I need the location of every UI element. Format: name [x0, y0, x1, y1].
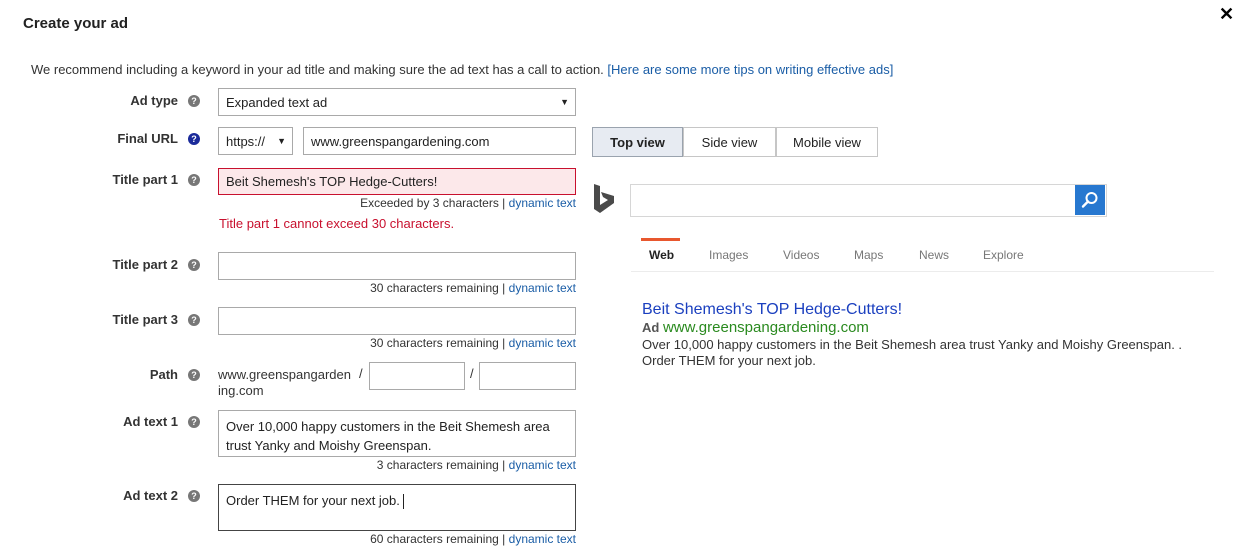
tabs-divider — [631, 271, 1214, 272]
help-icon[interactable]: ? — [188, 490, 200, 502]
title2-label: Title part 2 — [112, 257, 178, 272]
ad-text1-label: Ad text 1 — [123, 414, 178, 429]
help-icon[interactable]: ? — [188, 133, 200, 145]
title3-count: 30 characters remaining — [370, 336, 499, 350]
title3-input[interactable] — [218, 307, 576, 335]
path-slash: / — [470, 366, 474, 381]
title1-input[interactable]: Beit Shemesh's TOP Hedge-Cutters! — [218, 168, 576, 195]
protocol-select[interactable]: https:// ▼ — [218, 127, 293, 155]
dynamic-text-link[interactable]: dynamic text — [509, 458, 576, 472]
tab-explore[interactable]: Explore — [983, 248, 1024, 262]
ad-text1-input[interactable]: Over 10,000 happy customers in the Beit … — [218, 410, 576, 457]
preview-ad-url: www.greenspangardening.com — [662, 319, 869, 336]
separator: | — [502, 532, 506, 546]
preview-ad-title[interactable]: Beit Shemesh's TOP Hedge-Cutters! — [642, 301, 902, 319]
tips-link[interactable]: [Here are some more tips on writing effe… — [607, 62, 893, 77]
title3-hint: 30 characters remaining | dynamic text — [218, 336, 576, 350]
help-icon[interactable]: ? — [188, 95, 200, 107]
ad-text2-label: Ad text 2 — [123, 488, 178, 503]
preview-desc-line1: Over 10,000 happy customers in the Beit … — [642, 337, 1183, 352]
search-icon — [1081, 192, 1098, 208]
side-view-button[interactable]: Side view — [683, 127, 776, 157]
path1-input[interactable] — [369, 362, 465, 390]
path-domain-line1: www.greenspangarden — [218, 367, 351, 382]
preview-ad-description: Over 10,000 happy customers in the Beit … — [642, 337, 1202, 369]
help-icon[interactable]: ? — [188, 174, 200, 186]
ad-text1-hint: 3 characters remaining | dynamic text — [218, 458, 576, 472]
final-url-value: www.greenspangardening.com — [311, 133, 490, 149]
separator: | — [502, 458, 506, 472]
tab-web[interactable]: Web — [649, 248, 674, 262]
help-icon[interactable]: ? — [188, 314, 200, 326]
path-domain-line2: ing.com — [218, 383, 264, 398]
title1-hint: Exceeded by 3 characters | dynamic text — [218, 196, 576, 210]
ad-text2-count: 60 characters remaining — [370, 532, 499, 546]
path-domain: www.greenspangarden ing.com — [218, 367, 351, 399]
mobile-view-button[interactable]: Mobile view — [776, 127, 878, 157]
final-url-label: Final URL — [117, 131, 178, 146]
preview-desc-line2: Order THEM for your next job. — [642, 353, 816, 368]
text-cursor — [402, 494, 404, 510]
ad-type-select[interactable]: Expanded text ad ▼ — [218, 88, 576, 116]
ad-type-value: Expanded text ad — [226, 94, 328, 110]
title1-error: Title part 1 cannot exceed 30 characters… — [219, 216, 455, 231]
title2-input[interactable] — [218, 252, 576, 280]
dropdown-arrow-icon: ▼ — [560, 97, 569, 107]
bing-search-input[interactable] — [630, 184, 1107, 217]
help-icon[interactable]: ? — [188, 259, 200, 271]
recommendation: We recommend including a keyword in your… — [31, 62, 893, 77]
tab-news[interactable]: News — [919, 248, 949, 262]
title1-count: Exceeded by 3 characters — [360, 196, 499, 210]
dialog-title: Create your ad — [23, 15, 129, 32]
path2-input[interactable] — [479, 362, 576, 390]
final-url-input[interactable]: www.greenspangardening.com — [303, 127, 576, 155]
title1-value: Beit Shemesh's TOP Hedge-Cutters! — [226, 174, 438, 189]
tab-images[interactable]: Images — [709, 248, 748, 262]
tab-videos[interactable]: Videos — [783, 248, 819, 262]
bing-logo-icon — [594, 184, 614, 213]
tab-maps[interactable]: Maps — [854, 248, 883, 262]
help-icon[interactable]: ? — [188, 369, 200, 381]
top-view-button[interactable]: Top view — [592, 127, 683, 157]
separator: | — [502, 281, 506, 295]
dynamic-text-link[interactable]: dynamic text — [509, 196, 576, 210]
help-icon[interactable]: ? — [188, 416, 200, 428]
dynamic-text-link[interactable]: dynamic text — [509, 281, 576, 295]
search-button[interactable] — [1075, 185, 1105, 215]
path-label: Path — [149, 367, 178, 382]
separator: | — [502, 196, 506, 210]
close-icon[interactable]: ✕ — [1219, 5, 1234, 23]
path-slash: / — [359, 366, 363, 381]
ad-text2-input[interactable]: Order THEM for your next job. — [218, 484, 576, 531]
dynamic-text-link[interactable]: dynamic text — [509, 532, 576, 546]
title2-hint: 30 characters remaining | dynamic text — [218, 281, 576, 295]
recommendation-text: We recommend including a keyword in your… — [31, 62, 604, 77]
ad-text1-count: 3 characters remaining — [376, 458, 499, 472]
title3-label: Title part 3 — [112, 312, 178, 327]
preview-ad-url-line: Ad www.greenspangardening.com — [642, 319, 869, 336]
ad-text2-hint: 60 characters remaining | dynamic text — [218, 532, 576, 546]
ad-text1-value: Over 10,000 happy customers in the Beit … — [226, 419, 550, 453]
ad-badge: Ad — [642, 320, 660, 335]
separator: | — [502, 336, 506, 350]
dynamic-text-link[interactable]: dynamic text — [509, 336, 576, 350]
ad-text2-value: Order THEM for your next job. — [226, 493, 400, 508]
dropdown-arrow-icon: ▼ — [277, 136, 286, 146]
active-tab-indicator — [641, 238, 680, 241]
title2-count: 30 characters remaining — [370, 281, 499, 295]
ad-type-label: Ad type — [130, 93, 178, 108]
protocol-value: https:// — [226, 133, 266, 149]
title1-label: Title part 1 — [112, 172, 178, 187]
